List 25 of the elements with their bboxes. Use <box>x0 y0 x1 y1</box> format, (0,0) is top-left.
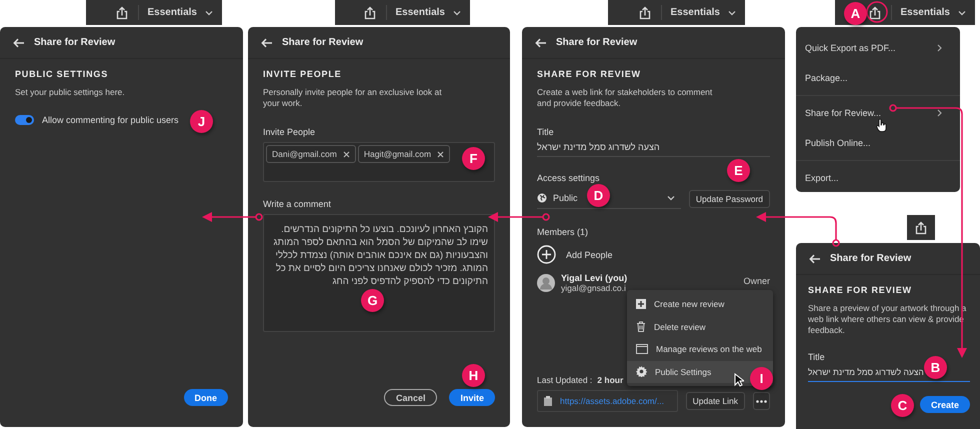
section-heading: INVITE PEOPLE <box>263 69 342 79</box>
section-heading: SHARE FOR REVIEW <box>537 69 642 79</box>
members-label: Members (1) <box>537 227 590 237</box>
last-updated-value: 2 hour <box>597 375 624 385</box>
panel-title: Share for Review <box>282 37 364 48</box>
field-label: Write a comment <box>263 199 332 209</box>
toggle-label: Allow commenting for public users <box>42 115 179 125</box>
member-name: Yigal Levi (you) <box>561 273 628 283</box>
section-heading: PUBLIC SETTINGS <box>15 69 110 79</box>
field-label: Invite People <box>263 127 316 137</box>
field-label: Title <box>808 352 826 362</box>
description: Set your public settings here. <box>15 87 126 98</box>
panel-title: Share for Review <box>830 253 912 264</box>
member-role: Owner <box>743 276 770 286</box>
tag-label: Dani@gmail.com <box>272 149 337 159</box>
last-updated-label: Last Updated : <box>537 375 592 385</box>
section-heading: SHARE FOR REVIEW <box>808 285 913 295</box>
field-label: Access settings <box>537 173 601 183</box>
field-label: Title <box>537 127 555 137</box>
description: Personally invite people for an exclusive look at your work. <box>263 87 443 109</box>
description: Create a web link for stakeholders to comment and provide feedback. <box>537 87 714 109</box>
tag-label: Hagit@gmail.com <box>364 149 432 159</box>
member-email: yigal@gnsad.co.i <box>561 283 627 293</box>
panel-title: Share for Review <box>34 37 116 48</box>
panel-title: Share for Review <box>556 37 638 48</box>
